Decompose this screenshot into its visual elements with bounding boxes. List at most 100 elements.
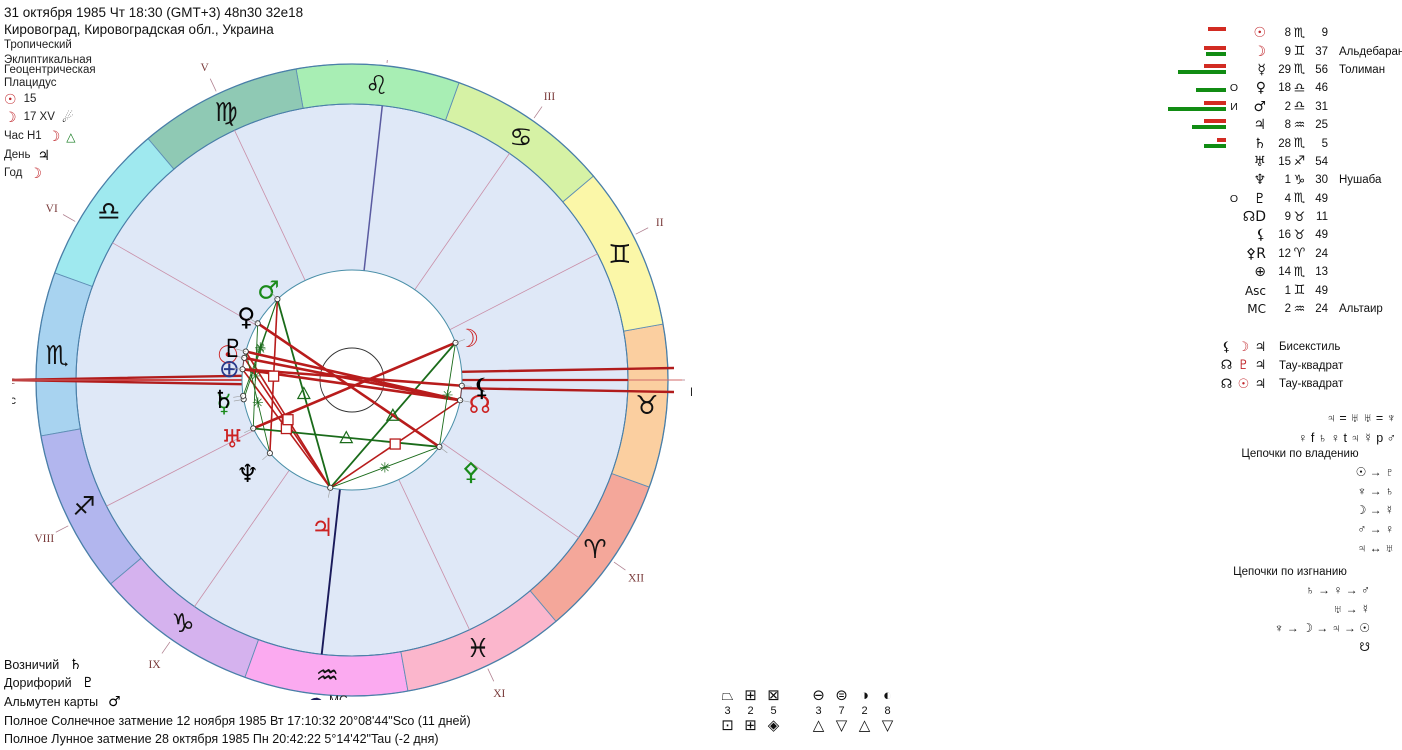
position-degree: 1 [1284,174,1291,187]
position-degree: 9 [1284,45,1291,58]
exile-chain-rows: ♄ → ♀ → ♂ ♅ → ☿ ♆ → ☽ → ♃ → ☉ ☋ [1180,581,1400,657]
dispositor-chain-row: ♆ → ☽ → ♃ → ☉ [1274,621,1370,635]
planet-symbol[interactable]: ♄ [212,385,234,414]
configuration-row[interactable]: ☊ ☉ ♃ Тау-квадрат [1218,375,1344,394]
sextile-aspect-icon: ✳ [442,388,454,404]
doryphory-row: Дорифорий ♇ [4,674,94,692]
dignity-bar-red [1204,100,1226,105]
dignity-bars [1168,210,1226,224]
dignity-flag: И [1230,100,1238,113]
planet-symbol[interactable]: ♆ [236,459,258,488]
dignity-bars [1168,302,1226,316]
planet-glyph: ♄ [1253,135,1266,152]
aspect-configurations-list[interactable]: ⚸ ☽ ♃ Бисекстиль ☊ ♇ ♃ Тау-квадрат ☊ ☉ ♃ Тау-квадра… [1218,338,1344,394]
planet-position-row[interactable]: ☊D 9 ♉ 11 [1168,208,1402,226]
position-minute: 49 [1315,284,1328,297]
configuration-row[interactable]: ☊ ♇ ♃ Тау-квадрат [1218,357,1344,376]
house-cusp-tick [62,214,76,222]
formula-line-1: ♃ = ♅ ♅ = ♆ [1326,411,1396,425]
planet-symbol[interactable]: ♇ [222,334,244,363]
configuration-row[interactable]: ⚸ ☽ ♃ Бисекстиль [1218,338,1343,357]
fixed-star-name: Нушаба [1339,174,1382,187]
planet-position-row[interactable]: ☽ 9 ♊ 37 Альдебаран [1168,42,1402,60]
zodiac-sign-icon: ♈ [583,535,606,565]
square-aspect-icon [267,370,280,382]
planet-symbol[interactable]: ☽ [457,324,479,353]
planet-symbol[interactable]: ⚸ [473,373,491,402]
planet-position-row[interactable]: ♃ 8 ♒ 25 [1168,116,1402,134]
dignity-bars [1168,155,1226,169]
planet-position-row[interactable]: Asc 1 ♊ 49 [1168,281,1402,299]
configuration-planet-icon: ♃ [1254,376,1267,392]
solar-eclipse-text: Полное Солнечное затмение 12 ноября 1985… [4,714,471,728]
position-degree: 16 [1278,229,1291,242]
mc-marker-icon [307,697,325,715]
zodiac-sign-icon: ♌ [365,71,388,101]
dispositor-chain-row: ♆ → ♄ [1357,484,1394,498]
planet-glyph: MC [1247,302,1266,317]
position-degree: 9 [1284,211,1291,224]
planet-position-row[interactable]: О ♀ 18 ♎ 46 [1168,79,1402,97]
legend-aspect-icon: ⊞ [744,687,757,704]
legend-aspect-icon: ◑ [859,687,870,704]
planet-glyph: ⊕ [1254,264,1266,281]
planet-position-row[interactable]: ⚸ 16 ♉ 49 [1168,226,1402,244]
legend-row: ⊡ ⊞ ◈ △ ▽ △ ▽ [716,718,899,734]
legend-count: 7 [838,705,845,717]
pluto-icon: ♇ [81,675,95,691]
position-minute: 9 [1321,27,1328,40]
planet-position-row[interactable]: ☉ 8 ♏ 9 [1168,24,1402,42]
position-degree: 8 [1284,27,1291,40]
house-cusp-tick [533,106,543,119]
position-minute: 46 [1315,82,1328,95]
position-degree: 15 [1278,155,1291,168]
planet-glyph: ☉ [1253,25,1266,42]
position-minute: 30 [1315,174,1328,187]
position-sign-icon: ♒ [1293,117,1306,133]
legend-aspect-icon: △ [858,717,871,734]
fixed-star-name: Альтаир [1339,303,1383,316]
planet-symbol[interactable]: ⚴ [462,457,480,486]
planet-position-row[interactable]: И ♂ 2 ♎ 31 [1168,98,1402,116]
planet-position-row[interactable]: ☿ 29 ♏ 56 Толиман [1168,61,1402,79]
dignity-bar-green [1168,106,1226,111]
house-cusp-tick [209,78,217,92]
planet-position-row[interactable]: ♅ 15 ♐ 54 [1168,153,1402,171]
exile-chains-block: Цепочки по изгнанию ♄ → ♀ → ♂ ♅ → ☿ ♆ → ☽ … [1180,566,1400,657]
planet-position-row[interactable]: ⊕ 14 ♏ 13 [1168,263,1402,281]
zodiac-sign-icon: ♋ [509,123,532,153]
planet-glyph: ♂ [1253,98,1266,115]
planet-symbol[interactable]: ♀ [237,303,255,332]
doryphory-label: Дорифорий [4,676,72,690]
square-aspect-icon [389,438,401,450]
position-degree: 14 [1278,266,1291,279]
sextile-aspect-icon: ✳ [250,369,262,385]
dignity-bar-green [1204,143,1226,148]
position-minute: 37 [1315,45,1328,58]
planet-position-row[interactable]: ⚴R 12 ♈ 24 [1168,245,1402,263]
position-sign-icon: ♈ [1293,246,1306,262]
planet-glyph: ☊D [1242,209,1266,226]
asc-label: Asc [12,393,16,407]
configuration-planet-icon: ⚸ [1221,339,1232,355]
planet-position-row[interactable]: О ♇ 4 ♏ 49 [1168,190,1402,208]
configuration-planet-icon: ♃ [1254,339,1267,355]
planet-symbol[interactable]: ♂ [257,275,279,304]
configuration-planet-icon: ♇ [1237,358,1250,374]
legend-aspect-icon: △ [812,717,825,734]
planet-position-row[interactable]: MC 2 ♒ 24 Альтаир [1168,300,1402,318]
planet-positions-table[interactable]: ☉ 8 ♏ 9 ☽ 9 ♊ 37 Альдебаран ☿ 29 ♏ 56 Толиман О ♀ 18 ♎ 46 И… [1168,24,1402,318]
planet-position-row[interactable]: ♆ 1 ♑ 30 Нушаба [1168,171,1402,189]
aspect-count-legend: ⏢ ⊞ ⊠ ⊖ ⊜ ◑ ◐ 3 2 5 3 7 2 8 ⊡ ⊞ ◈ △ ▽ △ ▽ [716,688,899,734]
legend-aspect-icon: ⊞ [744,717,757,734]
position-minute: 56 [1315,63,1328,76]
legend-gap [785,718,807,734]
planet-position-row[interactable]: ♄ 28 ♏ 5 [1168,134,1402,152]
legend-count: 3 [724,705,731,717]
planet-symbol[interactable]: ♃ [311,513,333,542]
charioteer-label: Возничий [4,658,60,672]
planet-symbol[interactable]: ♅ [221,425,243,454]
position-sign-icon: ♒ [1293,301,1306,317]
natal-chart-wheel[interactable]: ♈♉♊♋♌♍♎♏♐♑♒♓IIIIIIICVVIDscVIIIIXMCXIXIIA… [0,29,711,731]
exile-chains-title: Цепочки по изгнанию [1233,566,1347,578]
